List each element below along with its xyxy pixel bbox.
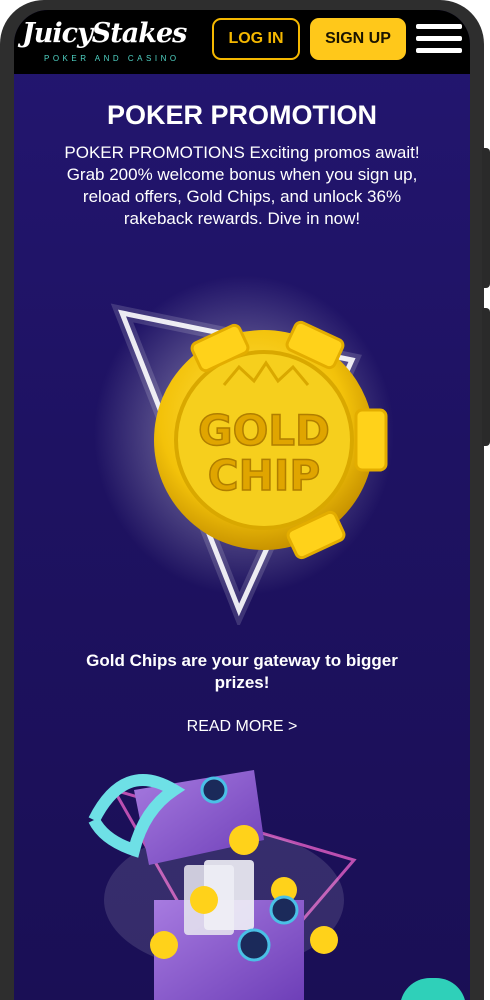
phone-side-button xyxy=(482,148,490,288)
page-title: POKER PROMOTION xyxy=(106,100,377,130)
gift-box-image xyxy=(88,770,357,1000)
juicystakes-logo[interactable]: JuicyStakes POKER AND CASINO xyxy=(22,18,187,70)
chip-text-chip: CHIP xyxy=(208,451,320,500)
screen: JuicyStakes POKER AND CASINO LOG IN SIGN… xyxy=(14,10,470,1000)
read-more-link[interactable]: READ MORE > xyxy=(14,718,470,736)
promo-heading: Gold Chips are your gateway to bigger pr… xyxy=(86,651,398,692)
login-button[interactable]: LOG IN xyxy=(212,18,300,60)
hamburger-menu-icon[interactable] xyxy=(416,24,462,56)
chip-text-gold: GOLD xyxy=(198,406,330,455)
signup-button[interactable]: SIGN UP xyxy=(310,18,406,60)
promo-description: POKER PROMOTIONS Exciting promos await! … xyxy=(64,143,420,228)
chat-button[interactable] xyxy=(400,978,466,1000)
top-navigation-bar: JuicyStakes POKER AND CASINO LOG IN SIGN… xyxy=(14,10,470,74)
logo-tagline: POKER AND CASINO xyxy=(44,54,180,63)
gold-chip-image: GOLD CHIP xyxy=(94,275,394,625)
phone-side-button xyxy=(482,308,490,446)
logo-text: JuicyStakes xyxy=(22,18,187,49)
